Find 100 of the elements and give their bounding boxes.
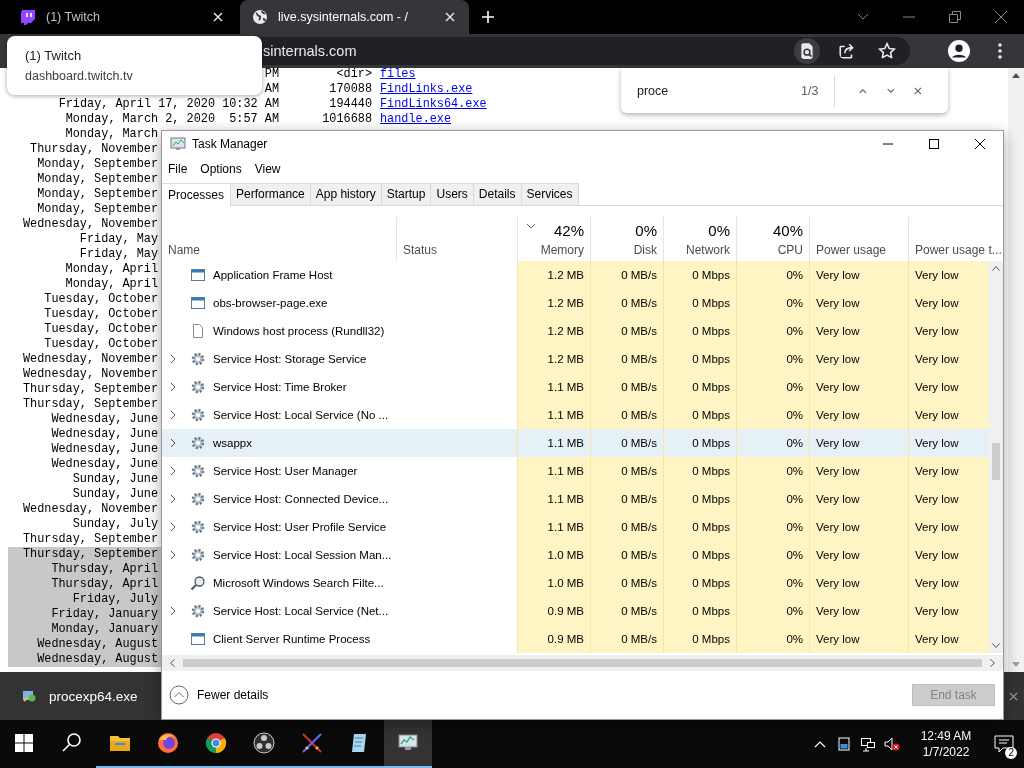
file-time: PM xyxy=(263,68,279,82)
table-cell: Very low xyxy=(908,625,989,653)
table-cell: 0 Mbps xyxy=(663,289,736,317)
chevron-right-icon[interactable] xyxy=(170,494,176,504)
menu-icon[interactable] xyxy=(998,43,1002,59)
network-icon[interactable] xyxy=(860,736,876,752)
table-cell: 0% xyxy=(736,457,809,485)
app-window-icon xyxy=(190,631,206,647)
column-header[interactable]: Status xyxy=(396,217,517,261)
table-cell: 0 MB/s xyxy=(590,261,663,289)
file-link[interactable]: FindLinks64.exe xyxy=(380,97,487,112)
process-row[interactable]: Service Host: Local Service (No ... 1.1 MB 0 MB/s 0 Mbps 0% Very low Very low xyxy=(162,401,989,429)
clock[interactable]: 12:49 AM 1/7/2022 xyxy=(908,720,984,768)
process-row[interactable]: obs-browser-page.exe 1.2 MB 0 MB/s 0 Mbps 0% Very low Very low xyxy=(162,289,989,317)
process-row[interactable]: Microsoft Windows Search Filte... 1.0 MB 0 MB/s 0 Mbps 0% Very low Very low xyxy=(162,569,989,597)
program-icon xyxy=(21,688,37,704)
file-date: Sunday, June xyxy=(71,472,159,487)
process-row[interactable]: Service Host: Local Session Man... 1.0 MB 0 MB/s 0 Mbps 0% Very low Very low xyxy=(162,541,989,569)
scroll-down-icon[interactable] xyxy=(992,643,1000,648)
scroll-up-icon[interactable] xyxy=(992,266,1000,271)
notification-count: 2 xyxy=(1005,747,1017,759)
speaker-muted-icon[interactable] xyxy=(884,736,900,752)
table-cell: 0 Mbps xyxy=(663,541,736,569)
download-file-name[interactable]: procexp64.exe xyxy=(49,688,138,704)
tab[interactable]: Users xyxy=(431,183,474,205)
app-window-icon xyxy=(190,295,206,311)
table-cell: 1.1 MB xyxy=(517,373,590,401)
chevron-right-icon[interactable] xyxy=(170,382,176,392)
table-cell: Very low xyxy=(809,485,908,513)
file-date: Thursday, April xyxy=(50,562,159,577)
table-cell: Very low xyxy=(809,289,908,317)
table-cell: 1.2 MB xyxy=(517,345,590,373)
file-size: 1016688 xyxy=(321,112,372,127)
file-link[interactable]: files xyxy=(380,68,416,82)
file-time: 5:57 AM xyxy=(228,112,279,127)
magnifier-icon xyxy=(190,575,206,591)
scroll-right-icon[interactable] xyxy=(990,659,995,667)
page-search-icon[interactable] xyxy=(794,38,820,64)
scrollbar[interactable] xyxy=(989,261,1003,653)
process-row[interactable]: Service Host: User Profile Service 1.1 MB 0 MB/s 0 Mbps 0% Very low Very low xyxy=(162,513,989,541)
menu-item[interactable]: View xyxy=(254,162,281,176)
chevron-right-icon[interactable] xyxy=(170,606,176,616)
column-header[interactable]: Name xyxy=(162,217,396,261)
process-row[interactable]: Application Frame Host 1.2 MB 0 MB/s 0 Mbps 0% Very low Very low xyxy=(162,261,989,289)
process-row[interactable]: Service Host: Storage Service 1.2 MB 0 MB/s 0 Mbps 0% Very low Very low xyxy=(162,345,989,373)
file-date: Tuesday, October xyxy=(43,307,159,322)
tricolor-circle-icon xyxy=(204,731,228,755)
chevron-right-icon[interactable] xyxy=(170,438,176,448)
scrollbar[interactable] xyxy=(1008,68,1024,672)
restore-icon[interactable] xyxy=(949,11,961,23)
process-row[interactable]: Service Host: Time Broker 1.1 MB 0 MB/s 0 Mbps 0% Very low Very low xyxy=(162,373,989,401)
chevron-right-icon[interactable] xyxy=(170,410,176,420)
file-link[interactable]: FindLinks.exe xyxy=(380,82,473,97)
tab[interactable]: Details xyxy=(473,183,522,205)
file-link[interactable]: handle.exe xyxy=(380,112,452,127)
process-row[interactable]: Service Host: User Manager 1.1 MB 0 MB/s 0 Mbps 0% Very low Very low xyxy=(162,457,989,485)
new-tab-icon[interactable] xyxy=(482,11,494,23)
tab[interactable]: Processes xyxy=(162,183,232,206)
chevron-right-icon[interactable] xyxy=(170,550,176,560)
tab[interactable]: Performance xyxy=(231,183,311,205)
scroll-left-icon[interactable] xyxy=(170,659,175,667)
table-cell: 0 Mbps xyxy=(663,317,736,345)
taskbar-button[interactable] xyxy=(384,720,432,768)
chevron-right-icon[interactable] xyxy=(170,522,176,532)
table-cell: Very low xyxy=(809,457,908,485)
process-row[interactable]: Windows host process (Rundll32) 1.2 MB 0 MB/s 0 Mbps 0% Very low Very low xyxy=(162,317,989,345)
process-row[interactable]: Service Host: Connected Device... 1.1 MB 0 MB/s 0 Mbps 0% Very low Very low xyxy=(162,485,989,513)
browser-tab[interactable]: live.sysinternals.com - / xyxy=(240,0,469,34)
find-field[interactable]: proce xyxy=(637,83,787,98)
menu-item[interactable]: File xyxy=(168,162,188,176)
fewer-details-link[interactable]: Fewer details xyxy=(197,688,269,702)
battery-icon[interactable] xyxy=(836,736,852,752)
close-icon[interactable] xyxy=(995,11,1007,23)
process-row[interactable]: wsappx 1.1 MB 0 MB/s 0 Mbps 0% Very low Very low xyxy=(162,429,989,457)
scroll-thumb[interactable] xyxy=(992,443,1000,480)
table-cell: 0% xyxy=(736,541,809,569)
process-name: Client Server Runtime Process xyxy=(213,633,371,645)
gear-icon xyxy=(190,463,206,479)
table-cell: Very low xyxy=(809,541,908,569)
process-row[interactable]: Client Server Runtime Process 0.9 MB 0 MB/s 0 Mbps 0% Very low Very low xyxy=(162,625,989,653)
chevron-right-icon[interactable] xyxy=(170,466,176,476)
tab[interactable]: App history xyxy=(310,183,382,205)
process-row[interactable]: Service Host: Local Service (Net... 0.9 MB 0 MB/s 0 Mbps 0% Very low Very low xyxy=(162,597,989,625)
avatar-icon[interactable] xyxy=(948,40,970,62)
tab[interactable]: Startup xyxy=(381,183,432,205)
tab[interactable]: Services xyxy=(521,183,579,205)
scroll-up-icon[interactable] xyxy=(1012,73,1020,78)
file-date: Wednesday, November xyxy=(21,217,159,232)
file-date: Monday, April xyxy=(64,277,159,292)
table-cell: 0.9 MB xyxy=(517,597,590,625)
menu-item[interactable]: Options xyxy=(200,162,242,176)
browser-tab[interactable]: (1) Twitch xyxy=(8,0,237,34)
scroll-thumb[interactable] xyxy=(183,659,982,667)
collapse-circle-icon[interactable] xyxy=(169,685,189,705)
chevron-right-icon[interactable] xyxy=(170,354,176,364)
app-window-icon xyxy=(190,267,206,283)
table-cell: 0% xyxy=(736,625,809,653)
table-cell: 0 MB/s xyxy=(590,457,663,485)
scrollbar[interactable] xyxy=(162,655,1003,671)
windows-logo-icon xyxy=(12,731,36,755)
